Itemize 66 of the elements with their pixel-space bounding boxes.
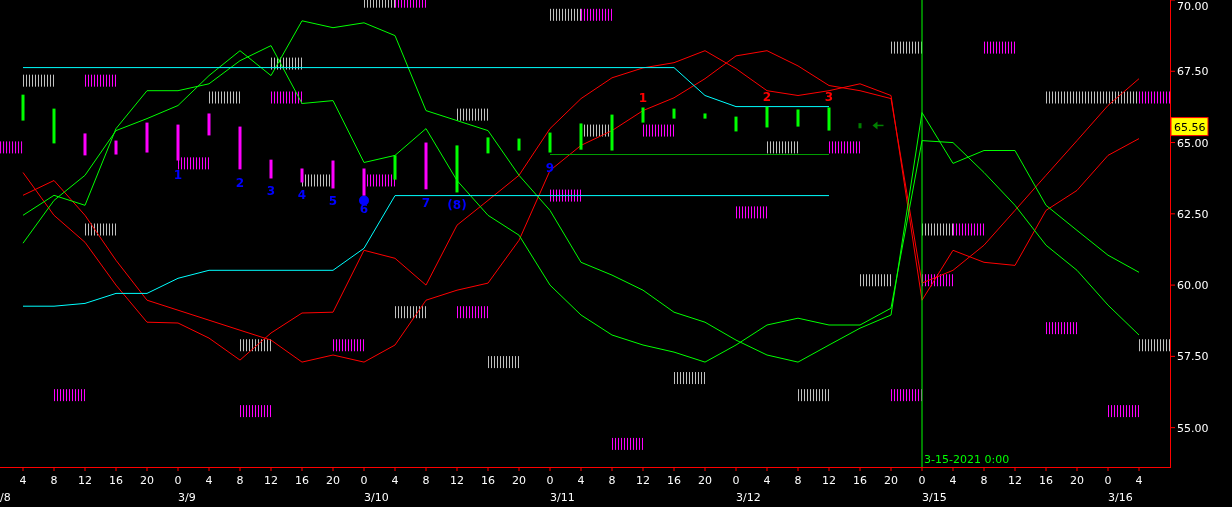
time-axis-label: 4: [1135, 474, 1143, 487]
price-axis-label: 57.50: [1177, 350, 1209, 364]
time-axis-label: 12: [636, 474, 650, 487]
wave-label: 9: [545, 160, 555, 175]
time-axis-label: 0: [732, 474, 740, 487]
date-axis-label: 3/11: [550, 491, 575, 504]
time-axis-label: 8: [980, 474, 988, 487]
time-axis-label: 16: [667, 474, 681, 487]
time-axis-label: 4: [391, 474, 399, 487]
wave-label: 4: [297, 187, 307, 202]
price-axis-label: 70.00: [1177, 0, 1209, 13]
time-axis-label: 0: [918, 474, 926, 487]
date-axis-label: 3/9: [178, 491, 196, 504]
time-axis-label: 12: [264, 474, 278, 487]
time-axis-label: 20: [140, 474, 154, 487]
time-axis-label: 4: [763, 474, 771, 487]
time-axis-label: 16: [109, 474, 123, 487]
wave-label: (8): [447, 198, 467, 213]
wave-label: 3: [824, 89, 834, 104]
time-axis-label: 4: [577, 474, 585, 487]
arrow-icon: [872, 121, 885, 130]
cursor-time-label: 3-15-2021 0:00: [924, 453, 1010, 466]
wave-label: 2: [762, 89, 772, 104]
time-axis-label: 4: [949, 474, 957, 487]
time-axis-label: 20: [512, 474, 526, 487]
time-axis-label: 20: [1070, 474, 1084, 487]
wave-label: 5: [328, 194, 338, 209]
time-axis-label: 8: [422, 474, 430, 487]
time-axis-label: 8: [50, 474, 58, 487]
date-axis-label: 3/16: [1108, 491, 1133, 504]
wave-label: 1: [173, 167, 183, 182]
price-axis-label: 60.00: [1177, 279, 1209, 293]
time-axis-label: 16: [295, 474, 309, 487]
time-axis-label: 20: [884, 474, 898, 487]
date-axis-label: 3/15: [922, 491, 947, 504]
time-axis-label: 12: [450, 474, 464, 487]
time-axis-label: 8: [794, 474, 802, 487]
price-axis-label: 65.00: [1177, 136, 1209, 150]
time-axis-label: 8: [608, 474, 616, 487]
time-axis-label: 16: [1039, 474, 1053, 487]
price-axis-label: 62.50: [1177, 207, 1209, 221]
time-axis-label: 16: [481, 474, 495, 487]
time-axis-label: 0: [360, 474, 368, 487]
time-axis-label: 0: [1104, 474, 1112, 487]
current-price-tag: 65.56: [1170, 117, 1209, 137]
marker-dot: [359, 195, 369, 206]
time-axis-label: 0: [546, 474, 554, 487]
wave-label: 2: [235, 175, 245, 190]
time-axis-label: 16: [853, 474, 867, 487]
date-axis-label: 3/10: [364, 491, 389, 504]
time-axis-label: 12: [1008, 474, 1022, 487]
time-axis-label: 4: [205, 474, 213, 487]
date-axis-label: 3/12: [736, 491, 761, 504]
price-axis-label: 55.00: [1177, 421, 1209, 435]
time-axis-label: 8: [236, 474, 244, 487]
time-axis-label: 4: [19, 474, 27, 487]
time-axis-label: 20: [326, 474, 340, 487]
time-axis-label: 12: [78, 474, 92, 487]
wave-label: 3: [266, 184, 276, 199]
date-axis-label: /8: [0, 491, 11, 504]
time-axis-label: 0: [174, 474, 182, 487]
time-axis-label: 20: [698, 474, 712, 487]
wave-label: 1: [638, 90, 648, 105]
price-axis-label: 67.50: [1177, 65, 1209, 79]
time-axis-label: 12: [822, 474, 836, 487]
wave-label: 7: [421, 195, 431, 210]
